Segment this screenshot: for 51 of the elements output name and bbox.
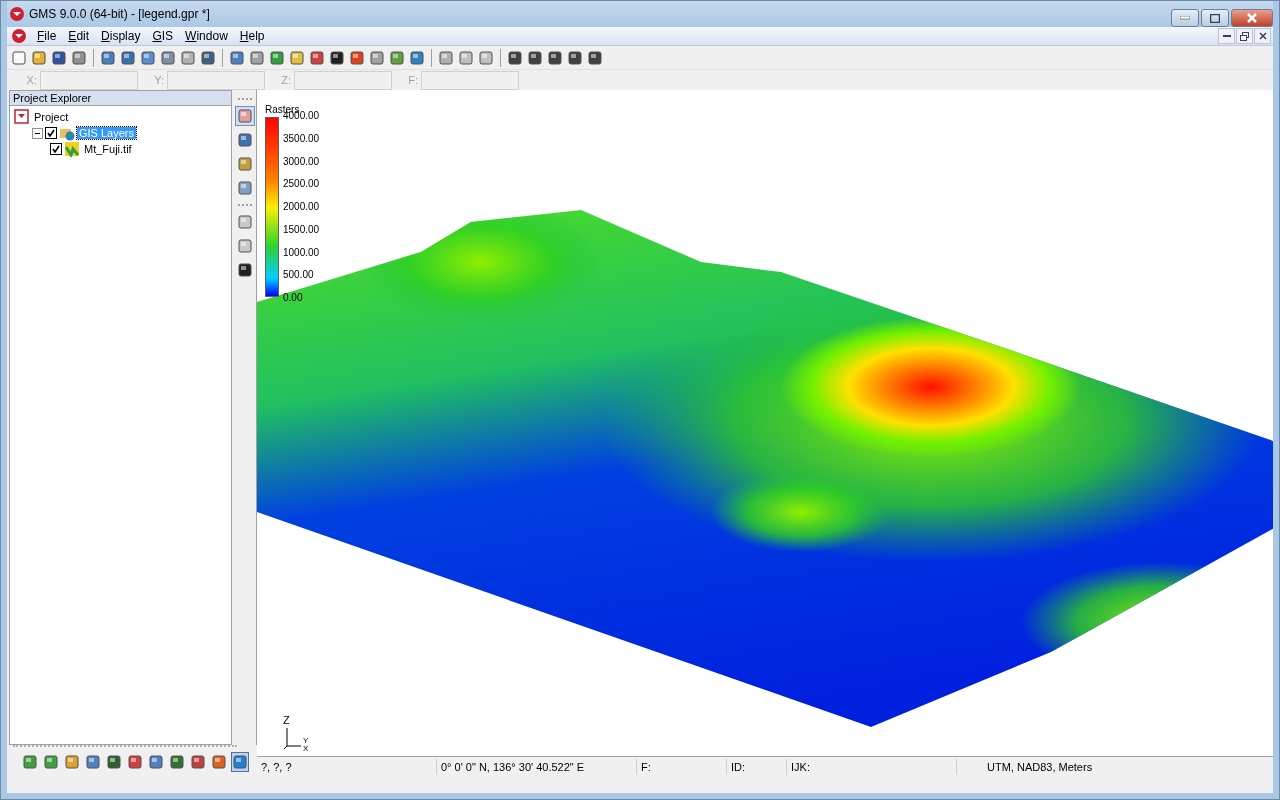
tree-item[interactable]: Project	[32, 111, 71, 123]
tree-item[interactable]: Mt_Fuji.tif	[82, 143, 134, 155]
legend-label: 1000.00	[283, 247, 320, 258]
maximize-icon	[1210, 13, 1220, 23]
restore-icon	[1240, 31, 1249, 41]
coordinate-label: F:	[407, 74, 419, 86]
app-logo-icon	[9, 6, 25, 22]
close-icon	[1258, 32, 1267, 40]
menu-item[interactable]: Edit	[62, 29, 96, 43]
status-text: ?, ?, ?	[257, 759, 437, 775]
minimize-icon	[1222, 34, 1231, 38]
status-text: IJK:	[787, 759, 957, 775]
checkbox[interactable]	[50, 143, 62, 155]
status-text: 0° 0' 0" N, 136° 30' 40.522" E	[437, 759, 637, 775]
legend-label: 3500.00	[283, 133, 320, 144]
raster-icon	[64, 141, 80, 157]
legend-label: 1500.00	[283, 224, 320, 235]
coordinate-label: X:	[25, 74, 38, 86]
collapse-icon[interactable]	[32, 127, 43, 139]
coordinate-label: Y:	[153, 74, 165, 86]
legend-label: 3000.00	[283, 156, 320, 167]
status-text: UTM, NAD83, Meters	[986, 760, 1094, 775]
project-icon	[14, 109, 30, 125]
legend-label: 2500.00	[283, 179, 320, 190]
legend-label: 500.00	[283, 270, 315, 281]
menu-item[interactable]: Help	[233, 29, 271, 43]
window-title: GMS 9.0.0 (64-bit) - [legend.gpr *]	[29, 7, 210, 21]
axis-label: X	[303, 744, 309, 753]
close-button[interactable]	[1231, 9, 1273, 27]
menu-item[interactable]: Display	[95, 29, 147, 43]
maximize-button[interactable]	[1201, 9, 1229, 27]
close-icon	[1247, 13, 1257, 23]
status-text: ID:	[727, 759, 787, 775]
minimize-button[interactable]	[1218, 28, 1235, 44]
close-button[interactable]	[1254, 28, 1271, 44]
legend-label: 2000.00	[283, 202, 320, 212]
menu-item[interactable]: GIS	[146, 29, 180, 43]
document-logo-icon[interactable]	[11, 28, 27, 44]
legend-label: 4000.00	[283, 111, 320, 121]
axis-label: Y	[303, 736, 309, 745]
panel-title: Project Explorer	[10, 91, 232, 106]
minimize-icon	[1180, 16, 1190, 20]
status-text: F:	[637, 759, 727, 775]
axis-triad-icon	[283, 726, 303, 750]
axis-label: Z	[283, 714, 290, 726]
menu-item[interactable]: Window	[179, 29, 234, 43]
menu-item[interactable]: File	[31, 29, 63, 43]
coordinate-label: Z:	[280, 74, 292, 86]
restore-button[interactable]	[1236, 28, 1253, 44]
checkbox[interactable]	[45, 127, 57, 139]
legend-label: 0.00	[283, 293, 304, 303]
